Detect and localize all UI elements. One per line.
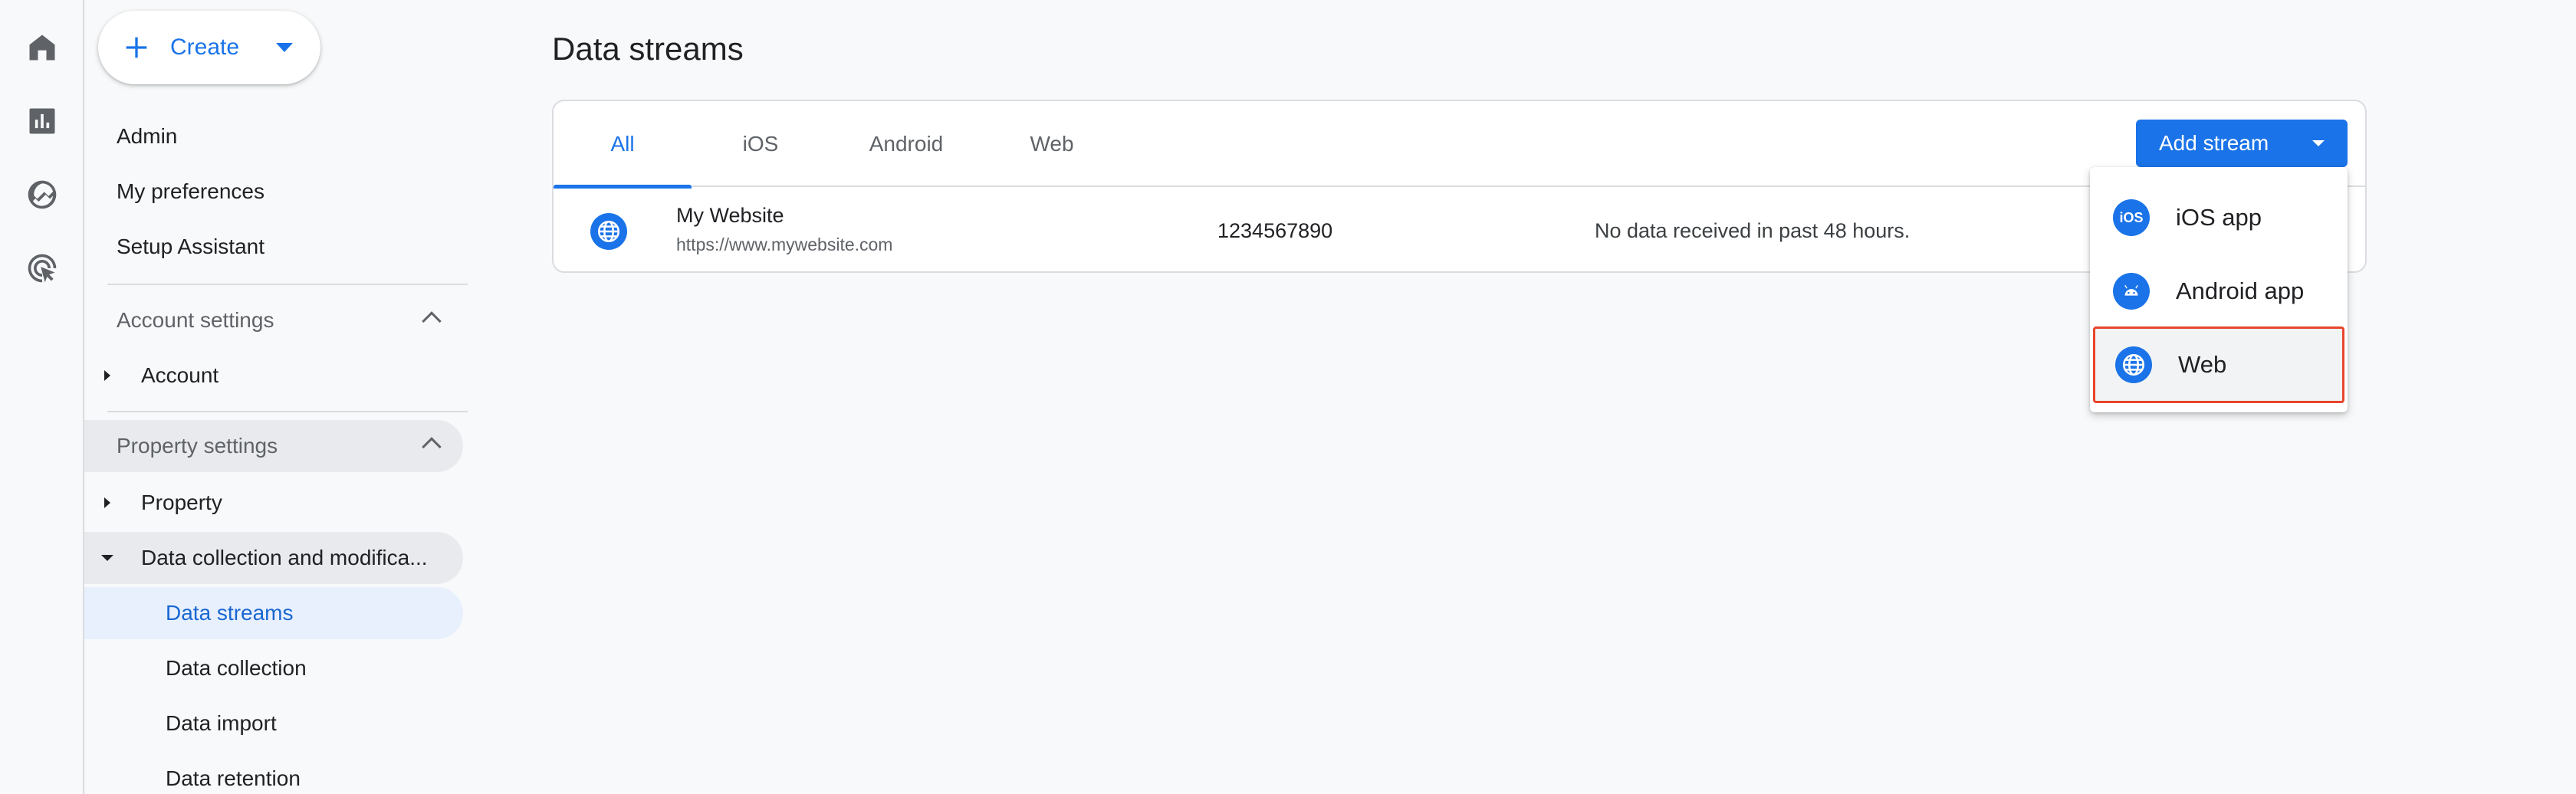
nav-setup-assistant[interactable]: Setup Assistant — [117, 231, 264, 262]
plus-icon — [126, 37, 147, 58]
create-label: Create — [170, 34, 240, 60]
add-stream-menu: iOS iOS app Android app Web — [2090, 167, 2348, 412]
sidebar: Create Admin My preferences Setup Assist… — [84, 0, 468, 794]
nav-my-preferences[interactable]: My preferences — [117, 176, 264, 207]
add-stream-label: Add stream — [2159, 131, 2269, 155]
stream-id: 1234567890 — [1217, 219, 1333, 242]
tree-item-account[interactable]: Account — [84, 349, 463, 402]
stream-status: No data received in past 48 hours. — [1595, 219, 1911, 242]
tab-all[interactable]: All — [554, 101, 692, 189]
explore-icon[interactable] — [19, 172, 65, 218]
chevron-down-icon — [276, 43, 293, 52]
add-stream-button[interactable]: Add stream — [2136, 120, 2348, 167]
ios-icon: iOS — [2113, 199, 2150, 236]
menu-item-web[interactable]: Web — [2093, 326, 2344, 403]
chevron-down-icon — [2312, 140, 2325, 146]
stream-name: My Website — [676, 204, 784, 227]
globe-icon — [590, 213, 627, 250]
expand-arrow-icon[interactable] — [104, 370, 110, 381]
left-rail — [0, 0, 84, 794]
reports-icon[interactable] — [19, 98, 65, 144]
page-title: Data streams — [552, 31, 744, 67]
tree-item-label: Data collection and modifica... — [141, 546, 428, 569]
menu-item-label: Android app — [2176, 277, 2305, 304]
tab-ios[interactable]: iOS — [692, 101, 830, 187]
collapse-arrow-icon[interactable] — [101, 555, 113, 561]
account-settings-header[interactable]: Account settings — [84, 294, 463, 346]
home-icon[interactable] — [19, 25, 65, 71]
tab-web[interactable]: Web — [983, 101, 1121, 187]
tree-item-data-collection-and-modification[interactable]: Data collection and modifica... — [84, 532, 463, 584]
menu-item-android-app[interactable]: Android app — [2090, 254, 2348, 328]
globe-icon — [2115, 346, 2152, 383]
sidebar-item-data-collection[interactable]: Data collection — [84, 642, 463, 694]
menu-item-label: iOS app — [2176, 204, 2262, 231]
expand-arrow-icon[interactable] — [104, 497, 110, 508]
tree-item-property[interactable]: Property — [84, 477, 463, 529]
divider — [107, 284, 468, 285]
tab-android[interactable]: Android — [830, 101, 983, 187]
stream-url: https://www.mywebsite.com — [676, 235, 893, 254]
advertising-icon[interactable] — [19, 245, 65, 291]
android-icon — [2113, 273, 2150, 310]
menu-item-label: Web — [2178, 351, 2227, 378]
create-button[interactable]: Create — [98, 11, 320, 84]
sidebar-item-data-retention[interactable]: Data retention — [84, 753, 463, 794]
tree-item-label: Property — [141, 491, 222, 514]
chevron-up-icon — [422, 311, 442, 331]
divider — [107, 411, 468, 412]
nav-admin[interactable]: Admin — [117, 121, 177, 152]
sidebar-item-data-import[interactable]: Data import — [84, 697, 463, 750]
account-settings-label: Account settings — [117, 308, 274, 332]
property-settings-label: Property settings — [117, 434, 278, 458]
property-settings-header[interactable]: Property settings — [84, 420, 463, 472]
sidebar-item-data-streams[interactable]: Data streams — [84, 587, 463, 639]
menu-item-ios-app[interactable]: iOS iOS app — [2090, 181, 2348, 254]
tree-item-label: Account — [141, 363, 219, 387]
chevron-up-icon — [422, 437, 442, 457]
